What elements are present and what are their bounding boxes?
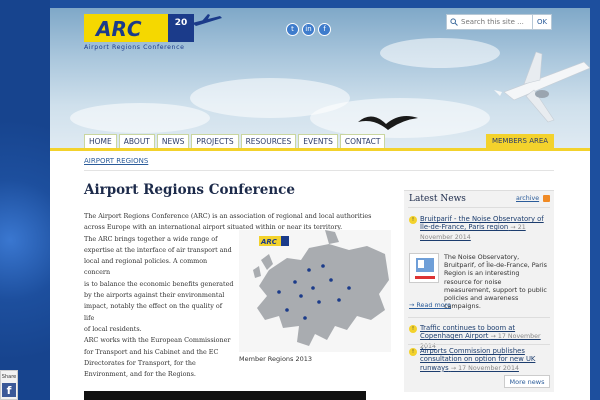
logo-plane-icon [192,14,222,26]
tab-events[interactable]: EVENTS [298,134,338,148]
europe-map-image: ARC [239,230,391,352]
twitter-icon[interactable]: t [286,23,299,36]
search-icon [450,18,458,26]
article-line: Environment, and for the Regions. [84,370,196,379]
map-caption: Member Regions 2013 [239,355,313,363]
article-line: for Transport and his Cabinet and the EC [84,347,219,356]
news-item[interactable]: ! Bruitparif - the Noise Observatory of … [409,215,549,242]
map-logo-text: ARC [260,238,278,246]
news-divider [408,207,550,208]
news-title: Latest News [409,194,466,204]
article-line: impact, notably the effect on the qualit… [84,302,223,322]
article-line: of local residents. [84,324,142,333]
article-line: ARC works with the European Commissioner [84,336,231,345]
facebook-icon[interactable]: f [318,23,331,36]
latest-news-panel: Latest News archive ! Bruitparif - the N… [404,190,554,392]
nav-divider [50,148,590,151]
article-line: The ARC brings together a wide range of [84,234,218,243]
tab-home[interactable]: HOME [84,134,117,148]
header-banner: ARC 20 Airport Regions Conference tinf O… [50,8,590,148]
page: ARC 20 Airport Regions Conference tinf O… [50,8,590,400]
read-more-link[interactable]: → Read more [409,301,451,309]
news-item[interactable]: ! Airports Commission publishes consulta… [409,347,549,373]
tab-projects[interactable]: PROJECTS [191,134,239,148]
news-bullet-icon: ! [409,325,417,333]
search-ok-button[interactable]: OK [532,14,552,30]
news-archive-link[interactable]: archive [516,195,539,202]
news-divider [408,344,550,345]
article-line: by the airports against their environmen… [84,291,225,300]
social-links: t in f [286,16,334,36]
news-excerpt-text: The Noise Observatory, Bruitparif, of Îl… [444,253,547,311]
rss-icon[interactable] [543,195,550,202]
article-line: Directorates for Transport, for the [84,358,196,367]
share-box: Share f [0,370,18,400]
news-headline[interactable]: Airports Commission publishes consultati… [420,347,549,373]
logo-badge: 20 [168,14,194,42]
news-bullet-icon: ! [409,348,417,356]
page-title: Airport Regions Conference [84,182,295,198]
tab-news[interactable]: NEWS [156,134,190,148]
tab-about[interactable]: ABOUT [118,134,155,148]
article-line: expertise at the interface of air transp… [84,245,232,254]
background-left [0,0,50,400]
tab-contact[interactable]: CONTACT [339,134,386,148]
video-player[interactable] [84,391,366,400]
seagull-icon [358,116,418,130]
news-thumbnail[interactable] [409,253,439,283]
news-bullet-icon: ! [409,216,417,224]
breadcrumb-divider [84,170,554,171]
members-area-button[interactable]: MEMBERS AREA [486,134,554,148]
article-line: local and regional policies. A common co… [84,257,208,277]
share-label: Share [1,374,17,380]
arc-logo[interactable]: ARC 20 Airport Regions Conference [84,14,222,56]
airplane-icon [494,51,590,123]
more-news-button[interactable]: More news [504,375,550,388]
bruitparif-logo-icon [415,258,435,279]
background-right [590,0,600,400]
logo-text: ARC [96,17,142,41]
news-headline[interactable]: Bruitparif - the Noise Observatory of Îl… [420,215,549,242]
main-nav: HOME ABOUT NEWS PROJECTS RESOURCES EVENT… [84,134,387,148]
tab-resources[interactable]: RESOURCES [240,134,297,148]
linkedin-icon[interactable]: in [302,23,315,36]
member-regions-map[interactable]: ARC [239,230,391,352]
news-divider [408,317,550,318]
article-line: is to balance the economic benefits gene… [84,279,234,288]
facebook-share-icon[interactable]: f [2,383,16,397]
logo-tagline: Airport Regions Conference [84,44,185,51]
breadcrumb[interactable]: AIRPORT REGIONS [84,157,148,165]
